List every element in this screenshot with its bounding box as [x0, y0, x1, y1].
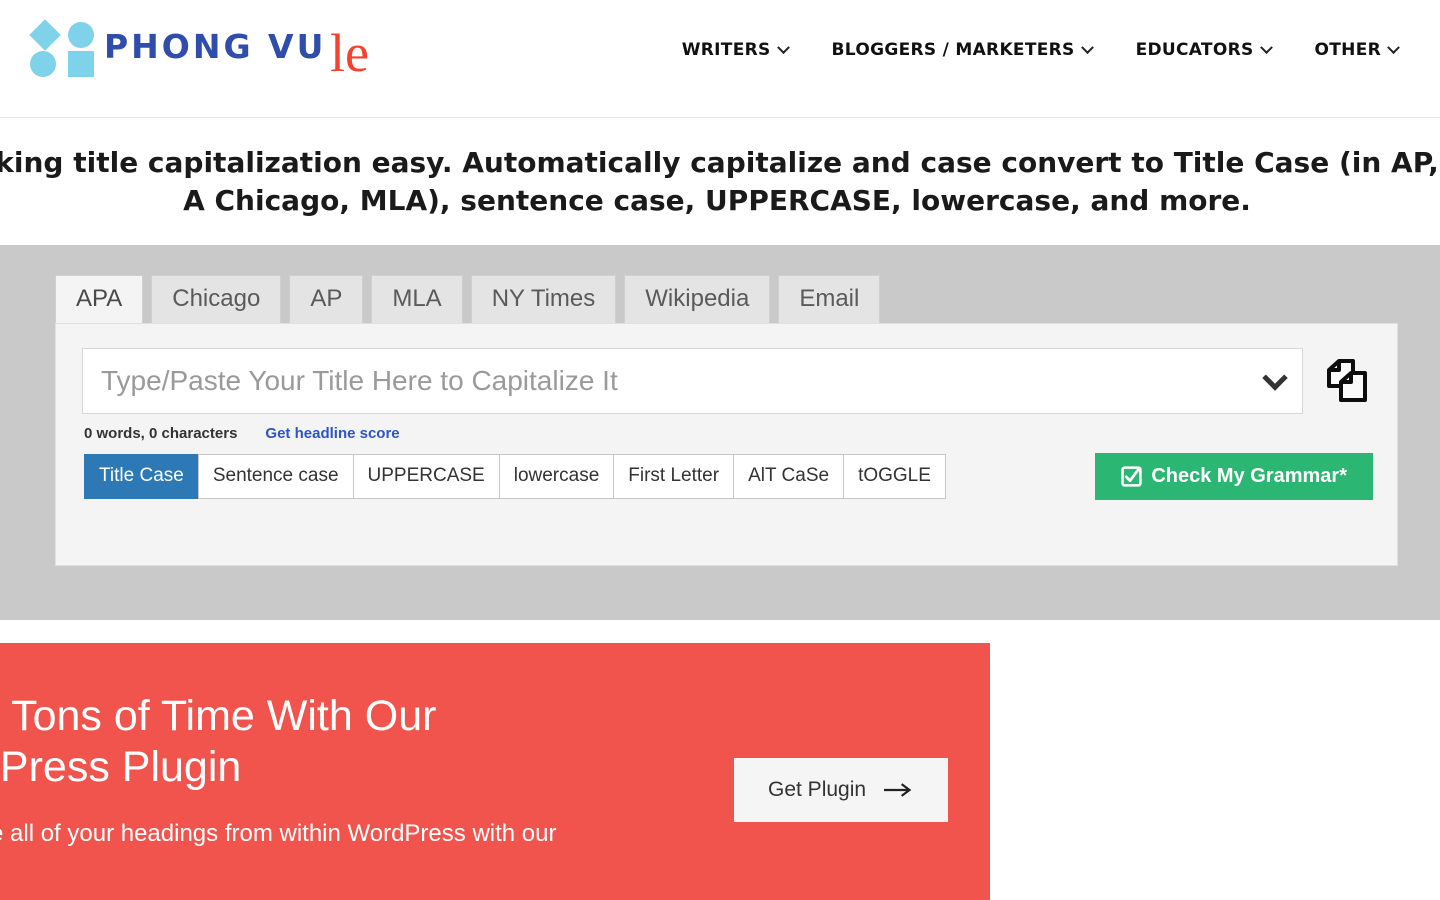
style-guide-tabs: APA Chicago AP MLA NY Times Wikipedia Em… [55, 275, 881, 323]
chevron-down-icon [776, 40, 790, 54]
check-square-icon [1121, 466, 1143, 487]
brand-overlay-logo[interactable]: PHONG VU [28, 18, 327, 77]
promo-title-line2: dPress Plugin [0, 742, 242, 791]
word-character-count: 0 words, 0 characters [84, 425, 238, 442]
tab-mla[interactable]: MLA [371, 275, 463, 323]
page-root: PHONG VU le WRITERS BLOGGERS / MARKETERS… [0, 0, 1440, 900]
case-button-group: Title Case Sentence case UPPERCASE lower… [84, 454, 946, 499]
headline-section: king title capitalization easy. Automati… [0, 118, 1440, 245]
tab-email[interactable]: Email [778, 275, 881, 323]
nav-item-label: BLOGGERS / MARKETERS [831, 40, 1075, 60]
logo-circle-top-shape [68, 22, 94, 48]
page-title: king title capitalization easy. Automati… [0, 146, 1439, 217]
brand-name: PHONG VU [104, 26, 327, 66]
logo-circle-bottom-shape [30, 51, 56, 77]
nav-item-label: EDUCATORS [1135, 40, 1254, 60]
nav-item-educators[interactable]: EDUCATORS [1114, 40, 1293, 60]
promo-title-line1: e Tons of Time With Our [0, 692, 437, 740]
logo-square-shape [68, 51, 94, 77]
main-navigation: WRITERS BLOGGERS / MARKETERS EDUCATORS O… [660, 40, 1420, 60]
input-meta-row: 0 words, 0 characters Get headline score [84, 425, 400, 442]
case-button-first-letter[interactable]: First Letter [613, 454, 734, 499]
copy-icon[interactable] [1319, 352, 1375, 410]
tab-wikipedia[interactable]: Wikipedia [624, 275, 771, 323]
site-header: PHONG VU le WRITERS BLOGGERS / MARKETERS… [0, 0, 1440, 118]
case-button-lowercase[interactable]: lowercase [498, 454, 614, 499]
get-headline-score-link[interactable]: Get headline score [265, 425, 399, 442]
tool-panel: 0 words, 0 characters Get headline score… [55, 323, 1398, 566]
title-input-row [82, 348, 1375, 414]
case-button-sentence-case[interactable]: Sentence case [197, 454, 353, 499]
nav-item-bloggers-marketers[interactable]: BLOGGERS / MARKETERS [810, 40, 1114, 60]
chevron-down-icon [1080, 40, 1094, 54]
logo-diamond-shape [29, 19, 61, 51]
chevron-down-icon [1387, 40, 1400, 54]
case-button-uppercase[interactable]: UPPERCASE [352, 454, 499, 499]
nav-item-label: OTHER [1314, 40, 1381, 60]
nav-item-other[interactable]: OTHER [1293, 40, 1420, 60]
promo-text-block: e Tons of Time With Our dPress Plugin ze… [0, 691, 720, 850]
chevron-down-icon [1259, 40, 1273, 54]
capitalization-tool-section: APA Chicago AP MLA NY Times Wikipedia Em… [0, 245, 1440, 620]
nav-item-label: WRITERS [681, 40, 771, 60]
case-controls-row: Title Case Sentence case UPPERCASE lower… [84, 453, 1373, 500]
check-my-grammar-button[interactable]: Check My Grammar* [1095, 453, 1373, 500]
get-plugin-label: Get Plugin [768, 778, 867, 801]
get-plugin-button[interactable]: Get Plugin [734, 758, 949, 822]
grammar-button-label: Check My Grammar* [1151, 465, 1347, 487]
tab-chicago[interactable]: Chicago [151, 275, 282, 323]
four-shapes-logo-icon [28, 18, 94, 77]
promo-subtitle: ze all of your headings from within Word… [0, 820, 557, 848]
tab-apa[interactable]: APA [55, 275, 144, 323]
nav-item-writers[interactable]: WRITERS [660, 40, 810, 60]
tab-ny-times[interactable]: NY Times [470, 275, 617, 323]
arrow-right-icon [884, 783, 912, 797]
case-button-alt-case[interactable]: AlT CaSe [733, 454, 844, 499]
title-input-wrapper [82, 348, 1303, 414]
tab-ap[interactable]: AP [289, 275, 364, 323]
case-button-title-case[interactable]: Title Case [84, 454, 198, 499]
site-logo-remnant[interactable]: le [330, 26, 369, 80]
case-button-toggle[interactable]: tOGGLE [843, 454, 946, 499]
title-input[interactable] [83, 349, 1302, 413]
